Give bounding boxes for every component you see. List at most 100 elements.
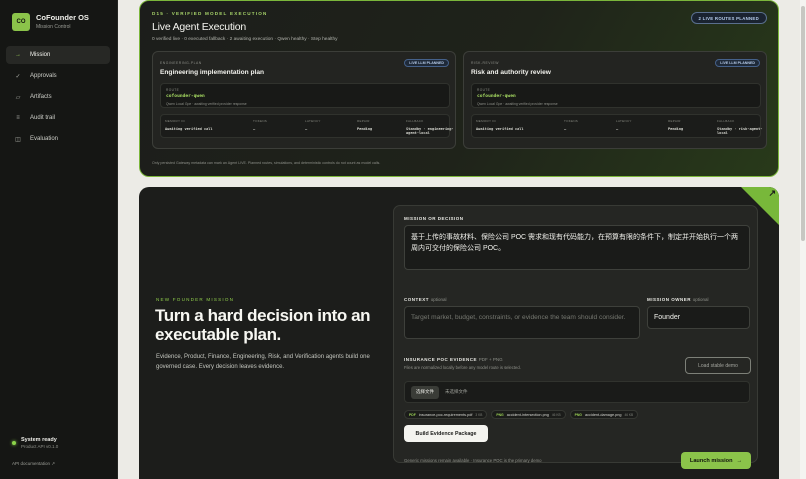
card-kicker: RISK-REVIEW xyxy=(471,61,499,65)
stat-latency: LATENCY — xyxy=(305,115,357,137)
sidebar-item-label: Audit trail xyxy=(30,115,56,121)
launch-label: Launch mission xyxy=(689,457,733,464)
route-label: ROUTE xyxy=(477,88,491,92)
card-title: Risk and authority review xyxy=(471,69,551,76)
sidebar-item-label: Mission xyxy=(30,52,51,58)
evidence-file-chip[interactable]: PDF insurance-poc-requirements.pdf 3 KB xyxy=(404,410,488,419)
folder-icon: ▱ xyxy=(15,94,21,101)
stat-value: Awaiting verified call xyxy=(476,127,524,131)
stat-header: REPAIR xyxy=(357,119,370,123)
live-agent-execution-panel: D15 · VERIFIED MODEL EXECUTION Live Agen… xyxy=(139,0,779,177)
live-routes-badge: 2 LIVE ROUTES PLANNED xyxy=(690,12,767,24)
status-dot-icon xyxy=(12,441,16,445)
stat-repair: REPAIR Pending xyxy=(357,115,406,137)
stat-header: MEMORY ID xyxy=(476,119,496,123)
sidebar-item-label: Approvals xyxy=(30,73,57,79)
evidence-hint: Files are normalized locally before any … xyxy=(404,365,521,370)
stat-tokens: TOKENS — xyxy=(253,115,305,137)
stat-header: REPAIR xyxy=(668,119,681,123)
file-size: 3 KB xyxy=(475,412,483,417)
engineering-plan-card: ENGINEERING-PLAN Engineering implementat… xyxy=(152,51,456,149)
live-llm-badge: LIVE LLM PLANNED xyxy=(404,59,449,67)
sidebar: CO CoFounder OS Mission Control → Missio… xyxy=(0,0,118,479)
brand-logo: CO xyxy=(12,13,30,31)
evidence-types: PDF + PNG xyxy=(478,357,503,362)
card-title: Engineering implementation plan xyxy=(160,69,265,76)
sidebar-item-artifacts[interactable]: ▱ Artifacts xyxy=(6,88,110,106)
exec-kicker: D15 · VERIFIED MODEL EXECUTION xyxy=(152,11,268,16)
evidence-label-text: INSURANCE POC EVIDENCE xyxy=(404,357,478,362)
route-status: Qwen Local Gpe · awaiting verified provi… xyxy=(477,102,558,106)
execution-stats-table: MEMORY ID Awaiting verified call TOKENS — … xyxy=(471,114,762,138)
sidebar-item-label: Artifacts xyxy=(30,94,52,100)
stat-header: TOKENS xyxy=(564,119,579,123)
file-name: insurance-poc-requirements.pdf xyxy=(418,412,473,417)
decision-label: MISSION OR DECISION xyxy=(404,216,464,221)
launch-mission-button[interactable]: Launch mission → xyxy=(681,452,751,469)
sidebar-item-mission[interactable]: → Mission xyxy=(6,46,110,64)
load-stable-demo-button[interactable]: Load stable demo xyxy=(685,357,751,374)
stat-memory: MEMORY ID Awaiting verified call xyxy=(165,115,253,137)
exec-footnote: Only persisted Gateway metadata can mark… xyxy=(152,161,381,165)
scrollbar-thumb[interactable] xyxy=(801,6,805,241)
stat-header: MEMORY ID xyxy=(165,119,185,123)
sidebar-nav: → Mission ✓ Approvals ▱ Artifacts ≡ Audi… xyxy=(6,46,110,151)
brand[interactable]: CO CoFounder OS Mission Control xyxy=(12,13,89,31)
sidebar-item-label: Evaluation xyxy=(30,136,59,142)
mission-kicker: NEW FOUNDER MISSION xyxy=(156,297,235,302)
stat-value: — xyxy=(616,127,619,131)
route-label: ROUTE xyxy=(166,88,180,92)
evidence-files: PDF insurance-poc-requirements.pdf 3 KB … xyxy=(404,410,639,419)
file-size: 46 KB xyxy=(551,412,561,417)
brand-title: CoFounder OS xyxy=(36,13,89,23)
route-box: ROUTE cofounder-qwen Qwen Local Gpe · aw… xyxy=(160,83,450,108)
evidence-file-chip[interactable]: PNG accident-damage.png 46 KB xyxy=(569,410,639,419)
optional-tag: optional xyxy=(692,297,709,302)
exec-meta: 0 verified live · 0 executed fallback · … xyxy=(152,37,338,42)
stat-value: Pending xyxy=(357,127,373,131)
stat-header: FALLBACK xyxy=(717,119,735,123)
mission-owner-input[interactable]: Founder xyxy=(647,306,750,329)
file-type: PDF xyxy=(409,412,416,417)
sidebar-item-evaluation[interactable]: ◫ Evaluation xyxy=(6,130,110,148)
arrow-right-icon: → xyxy=(15,52,21,58)
arrow-right-icon: → xyxy=(736,457,743,464)
build-evidence-package-button[interactable]: Build Evidence Package xyxy=(404,425,488,442)
execution-stats-table: MEMORY ID Awaiting verified call TOKENS — … xyxy=(160,114,454,138)
optional-tag: optional xyxy=(430,297,447,302)
stat-value: — xyxy=(253,127,256,131)
page-scrollbar[interactable] xyxy=(800,0,806,479)
owner-label-text: MISSION OWNER xyxy=(647,297,692,302)
sidebar-item-approvals[interactable]: ✓ Approvals xyxy=(6,67,110,85)
exec-title: Live Agent Execution xyxy=(152,21,247,33)
stat-value: — xyxy=(564,127,567,131)
arrow-up-right-icon: ↗ xyxy=(768,188,776,198)
system-status: System ready Product API v0.1.0 xyxy=(12,437,58,449)
file-size: 46 KB xyxy=(624,412,634,417)
route-box: ROUTE cofounder-qwen Qwen Local Gpe · aw… xyxy=(471,83,761,108)
mission-form: MISSION OR DECISION 基于上传的事故材料、保险公司 POC 需… xyxy=(393,205,758,469)
route-model: cofounder-qwen xyxy=(477,94,516,99)
file-upload-input[interactable]: 选择文件 未选择文件 xyxy=(404,381,750,403)
stat-fallback: FALLBACK Standby · risk-agent-local xyxy=(717,115,766,137)
stat-latency: LATENCY — xyxy=(616,115,668,137)
mission-decision-textarea[interactable]: 基于上传的事故材料、保险公司 POC 需求和现有代码能力，在预算有限的条件下，制… xyxy=(404,225,750,270)
list-icon: ≡ xyxy=(16,115,20,121)
sidebar-item-audit-trail[interactable]: ≡ Audit trail xyxy=(6,109,110,127)
check-icon: ✓ xyxy=(15,73,21,80)
stat-value: — xyxy=(305,127,308,131)
new-mission-panel: ↗ NEW FOUNDER MISSION Turn a hard decisi… xyxy=(139,187,779,479)
stat-header: FALLBACK xyxy=(406,119,424,123)
stat-header: TOKENS xyxy=(253,119,268,123)
context-textarea[interactable]: Target market, budget, constraints, or e… xyxy=(404,306,640,339)
api-documentation-link[interactable]: API documentation ↗ xyxy=(12,461,55,467)
stat-header: LATENCY xyxy=(616,119,632,123)
panel-icon: ◫ xyxy=(15,136,21,143)
context-label-text: CONTEXT xyxy=(404,297,430,302)
evidence-file-chip[interactable]: PNG accident-intersection.png 46 KB xyxy=(491,410,566,419)
choose-file-button[interactable]: 选择文件 xyxy=(411,385,439,399)
status-title: System ready xyxy=(21,437,57,443)
stat-header: LATENCY xyxy=(305,119,321,123)
evidence-label: INSURANCE POC EVIDENCE PDF + PNG xyxy=(404,357,503,362)
stat-value: Awaiting verified call xyxy=(165,127,213,131)
